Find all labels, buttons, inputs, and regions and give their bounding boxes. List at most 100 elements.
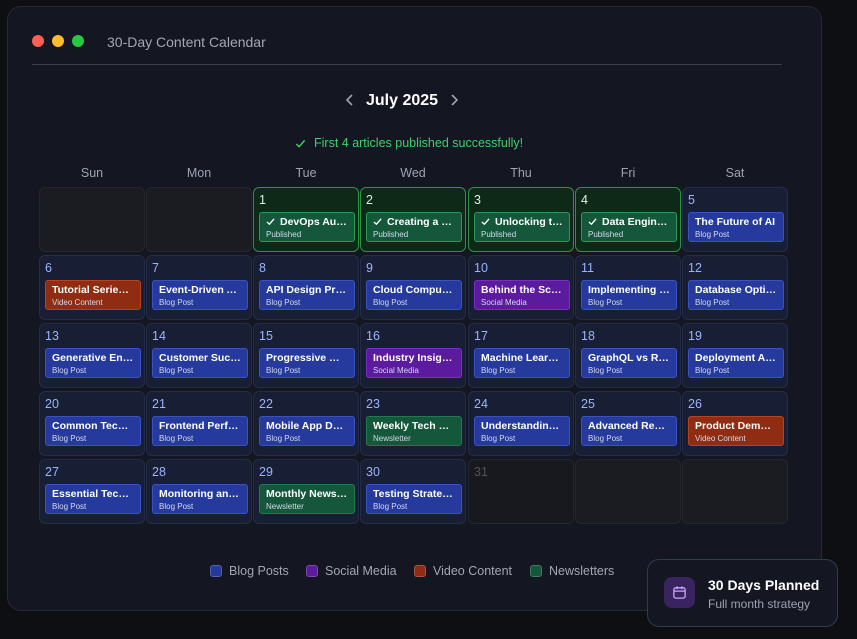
weekday-label: Thu: [510, 166, 532, 180]
content-event[interactable]: Progressive Web Apps Blog Post: [259, 348, 355, 378]
legend-swatch: [414, 565, 426, 577]
content-event[interactable]: Generative Engines Blog Post: [45, 348, 141, 378]
day-number: 20: [45, 397, 59, 411]
content-event[interactable]: Weekly Tech Roundup Newsletter: [366, 416, 462, 446]
calendar-day-3[interactable]: 3 Unlocking the Power Published: [468, 187, 574, 252]
calendar-day-18[interactable]: 18 GraphQL vs REST Blog Post: [575, 323, 681, 388]
event-title-text: Unlocking the Power: [495, 216, 563, 228]
calendar-day-2[interactable]: 2 Creating a Remote Published: [360, 187, 466, 252]
event-type: Blog Post: [481, 434, 516, 443]
content-event[interactable]: Database Optimization Blog Post: [688, 280, 784, 310]
calendar-day-16[interactable]: 16 Industry Insights Social Media: [360, 323, 466, 388]
event-type: Blog Post: [588, 298, 623, 307]
content-event[interactable]: Mobile App Development Blog Post: [259, 416, 355, 446]
calendar-day-26[interactable]: 26 Product Demo Video Video Content: [682, 391, 788, 456]
calendar-day-14[interactable]: 14 Customer Success Stories Blog Post: [146, 323, 252, 388]
day-number: 3: [474, 193, 481, 207]
calendar-day-10[interactable]: 10 Behind the Scenes Social Media: [468, 255, 574, 320]
calendar-day-9[interactable]: 9 Cloud Computing Trends Blog Post: [360, 255, 466, 320]
content-event[interactable]: Customer Success Stories Blog Post: [152, 348, 248, 378]
content-event[interactable]: GraphQL vs REST Blog Post: [581, 348, 677, 378]
day-number: 25: [581, 397, 595, 411]
day-number: 8: [259, 261, 266, 275]
calendar-day-25[interactable]: 25 Advanced React Patterns Blog Post: [575, 391, 681, 456]
content-event[interactable]: Creating a Remote Published: [366, 212, 462, 242]
calendar-day-19[interactable]: 19 Deployment Automation Blog Post: [682, 323, 788, 388]
calendar-day-7[interactable]: 7Event-Driven Architecture Blog Post: [146, 255, 252, 320]
calendar-day-20[interactable]: 20 Common Tech Pitfalls Blog Post: [39, 391, 145, 456]
close-window-button[interactable]: [32, 35, 44, 47]
calendar-day-8[interactable]: 8 API Design Principles Blog Post: [253, 255, 359, 320]
calendar-day-empty[interactable]: [682, 459, 788, 524]
day-number: 10: [474, 261, 488, 275]
calendar-day-31[interactable]: 31: [468, 459, 574, 524]
weekday-label: Fri: [620, 166, 636, 180]
content-event[interactable]: Unlocking the Power Published: [474, 212, 570, 242]
content-event[interactable]: Event-Driven Architecture Blog Post: [152, 280, 248, 310]
content-event[interactable]: Monthly Newsletter Newsletter: [259, 484, 355, 514]
calendar-day-23[interactable]: 23 Weekly Tech Roundup Newsletter: [360, 391, 466, 456]
event-title: Testing Strategies: [373, 488, 455, 500]
content-event[interactable]: Industry Insights Social Media: [366, 348, 462, 378]
maximize-window-button[interactable]: [72, 35, 84, 47]
content-event[interactable]: Testing Strategies Blog Post: [366, 484, 462, 514]
calendar-day-24[interactable]: 24 Understanding Kubernetes Blog Post: [468, 391, 574, 456]
calendar-day-5[interactable]: 5 The Future of AI Blog Post: [682, 187, 788, 252]
calendar-day-empty[interactable]: [146, 187, 252, 252]
calendar-day-empty[interactable]: [39, 187, 145, 252]
calendar-day-11[interactable]: 11 Implementing CI/CD Blog Post: [575, 255, 681, 320]
content-event[interactable]: Data Engineering Published: [581, 212, 677, 242]
calendar-day-30[interactable]: 30 Testing Strategies Blog Post: [360, 459, 466, 524]
content-event[interactable]: Machine Learning Basics Blog Post: [474, 348, 570, 378]
day-number: 9: [366, 261, 373, 275]
day-number: 2: [366, 193, 373, 207]
event-title: Data Engineering: [588, 216, 670, 228]
content-event[interactable]: Cloud Computing Trends Blog Post: [366, 280, 462, 310]
calendar-day-4[interactable]: 4 Data Engineering Published: [575, 187, 681, 252]
event-title: Industry Insights: [373, 352, 455, 364]
calendar-day-17[interactable]: 17 Machine Learning Basics Blog Post: [468, 323, 574, 388]
event-type: Blog Post: [159, 298, 194, 307]
calendar-day-28[interactable]: 28 Monitoring and Logging Blog Post: [146, 459, 252, 524]
content-event[interactable]: Frontend Performance Blog Post: [152, 416, 248, 446]
calendar-day-1[interactable]: 1 DevOps Automation Published: [253, 187, 359, 252]
calendar-day-15[interactable]: 15 Progressive Web Apps Blog Post: [253, 323, 359, 388]
event-title: Mobile App Development: [266, 420, 348, 432]
content-event[interactable]: Deployment Automation Blog Post: [688, 348, 784, 378]
calendar-day-6[interactable]: 6Tutorial Series Launch Video Content: [39, 255, 145, 320]
content-event[interactable]: Product Demo Video Video Content: [688, 416, 784, 446]
event-type: Blog Post: [266, 298, 301, 307]
content-event[interactable]: The Future of AI Blog Post: [688, 212, 784, 242]
day-number: 24: [474, 397, 488, 411]
calendar-day-29[interactable]: 29 Monthly Newsletter Newsletter: [253, 459, 359, 524]
next-month-button[interactable]: [444, 93, 464, 109]
check-icon: [373, 218, 382, 226]
content-event[interactable]: API Design Principles Blog Post: [259, 280, 355, 310]
calendar-day-22[interactable]: 22 Mobile App Development Blog Post: [253, 391, 359, 456]
day-number: 5: [688, 193, 695, 207]
calendar-day-13[interactable]: 13 Generative Engines Blog Post: [39, 323, 145, 388]
content-event[interactable]: Common Tech Pitfalls Blog Post: [45, 416, 141, 446]
calendar-day-empty[interactable]: [575, 459, 681, 524]
content-event[interactable]: Monitoring and Logging Blog Post: [152, 484, 248, 514]
minimize-window-button[interactable]: [52, 35, 64, 47]
content-event[interactable]: Essential Tech Tools Blog Post: [45, 484, 141, 514]
previous-month-button[interactable]: [340, 93, 360, 109]
day-number: 12: [688, 261, 702, 275]
calendar-day-27[interactable]: 27 Essential Tech Tools Blog Post: [39, 459, 145, 524]
event-title: Machine Learning Basics: [481, 352, 563, 364]
event-type: Blog Post: [52, 366, 87, 375]
content-event[interactable]: Implementing CI/CD Blog Post: [581, 280, 677, 310]
content-event[interactable]: Understanding Kubernetes Blog Post: [474, 416, 570, 446]
event-title: Essential Tech Tools: [52, 488, 134, 500]
day-number: 17: [474, 329, 488, 343]
calendar-day-12[interactable]: 12 Database Optimization Blog Post: [682, 255, 788, 320]
content-event[interactable]: Advanced React Patterns Blog Post: [581, 416, 677, 446]
content-event[interactable]: DevOps Automation Published: [259, 212, 355, 242]
event-type: Blog Post: [695, 366, 730, 375]
content-event[interactable]: Tutorial Series Launch Video Content: [45, 280, 141, 310]
event-type: Blog Post: [266, 434, 301, 443]
day-number: 23: [366, 397, 380, 411]
calendar-day-21[interactable]: 21 Frontend Performance Blog Post: [146, 391, 252, 456]
content-event[interactable]: Behind the Scenes Social Media: [474, 280, 570, 310]
